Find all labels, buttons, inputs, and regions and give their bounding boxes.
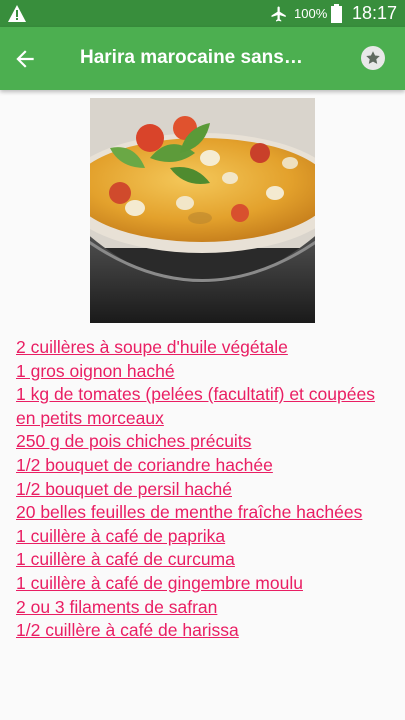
app-bar: Harira marocaine sans… [0, 27, 405, 90]
ingredient-link[interactable]: 1 cuillère à café de gingembre moulu [16, 572, 391, 596]
ingredient-link[interactable]: 1/2 cuillère à café de harissa [16, 619, 391, 643]
ingredient-link[interactable]: 2 ou 3 filaments de safran [16, 596, 391, 620]
warning-icon [8, 5, 26, 22]
ingredient-link[interactable]: 1 kg de tomates (pelées (facultatif) et … [16, 383, 391, 430]
battery-percentage: 100% [294, 6, 328, 21]
ingredient-link[interactable]: 1/2 bouquet de persil haché [16, 478, 391, 502]
ingredient-link[interactable]: 2 cuillères à soupe d'huile végétale [16, 336, 391, 360]
ingredient-link[interactable]: 1 gros oignon haché [16, 360, 391, 384]
clock: 18:17 [352, 3, 398, 23]
ingredient-link[interactable]: 1 cuillère à café de curcuma [16, 548, 391, 572]
ingredient-link[interactable]: 250 g de pois chiches précuits [16, 430, 391, 454]
ingredient-link[interactable]: 20 belles feuilles de menthe fraîche hac… [16, 501, 391, 525]
ingredient-link[interactable]: 1/2 bouquet de coriandre hachée [16, 454, 391, 478]
battery-full-icon [331, 4, 342, 23]
ingredients-list: 2 cuillères à soupe d'huile végétale 1 g… [16, 336, 391, 643]
soup-bowl-image [90, 98, 315, 323]
favorite-star-icon[interactable] [361, 46, 385, 70]
airplane-mode-icon [271, 6, 286, 22]
status-bar: 100% 18:17 [0, 0, 405, 27]
recipe-photo [90, 98, 315, 323]
ingredient-link[interactable]: 1 cuillère à café de paprika [16, 525, 391, 549]
page-title: Harira marocaine sans… [80, 47, 303, 68]
back-arrow-icon[interactable] [12, 46, 38, 72]
